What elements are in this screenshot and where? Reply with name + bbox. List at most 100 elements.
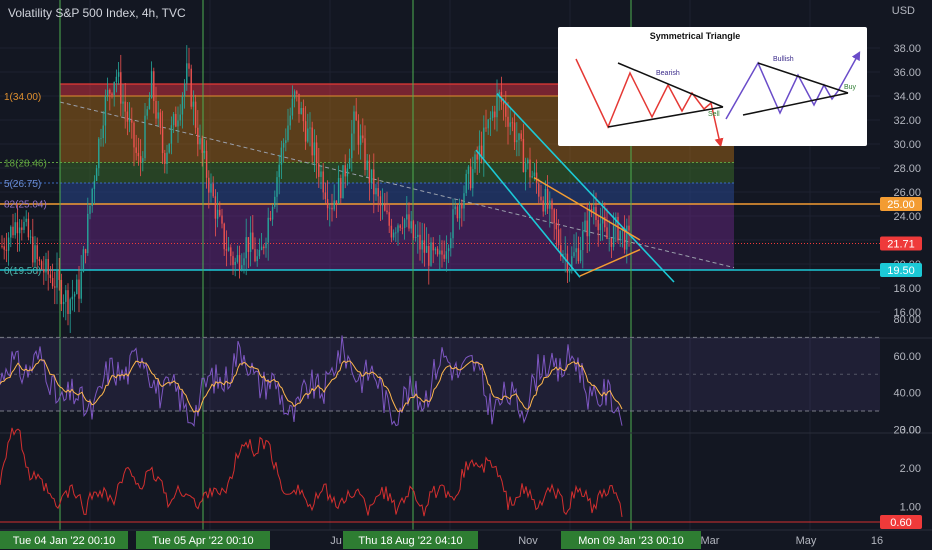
candle-body [538, 183, 540, 197]
candle-body [225, 249, 228, 251]
candle-body [498, 92, 500, 95]
candle-body [166, 152, 168, 164]
candle-body [49, 274, 52, 278]
candle-body [296, 91, 298, 94]
candle-body [626, 225, 628, 250]
candle-body [300, 107, 302, 115]
candle-body [285, 140, 287, 144]
candle-body [377, 188, 379, 197]
candle-body [12, 226, 14, 236]
candle-body [69, 299, 71, 314]
rsi-band [0, 337, 880, 411]
candle-body [390, 225, 393, 238]
candle-body [575, 248, 577, 253]
candle-body [161, 127, 164, 154]
chart-window: 1(34.00) 18(28.46) 5(26.75) 82(25.04) 0(19.5… [0, 0, 932, 550]
candle-body [243, 258, 245, 266]
candle-body [355, 111, 357, 121]
price-badge-label: 19.50 [887, 265, 915, 277]
fib-label: 5(26.75) [4, 179, 41, 190]
bullish-zigzag [725, 51, 861, 120]
candle-body [247, 237, 250, 252]
candle-body [113, 81, 115, 95]
candle-body [192, 101, 195, 107]
candle-body [219, 209, 221, 216]
candle-body [392, 232, 395, 238]
candle-body [564, 253, 566, 255]
candle-body [544, 188, 547, 212]
candle-body [87, 213, 89, 254]
candle-body [335, 200, 338, 204]
candle-body [131, 119, 133, 123]
candle-body [254, 249, 256, 262]
candle-body [221, 215, 223, 224]
candle-body [168, 143, 170, 153]
time-highlight-label: Thu 18 Aug '22 04:10 [358, 535, 462, 547]
candle-body [263, 246, 265, 249]
candle-body [245, 237, 247, 259]
candle-body [175, 114, 177, 127]
candle-body [25, 218, 27, 222]
candle-body [155, 100, 157, 119]
candle-body [454, 206, 456, 210]
candle-body [375, 188, 377, 195]
candle-body [357, 120, 360, 145]
candle-body [150, 71, 153, 99]
candle-body [172, 114, 175, 126]
candle-body [353, 111, 355, 134]
candle-body [384, 204, 386, 211]
candle-body [412, 221, 415, 238]
candle-body [370, 169, 373, 183]
candle-body [148, 98, 151, 110]
candle-body [100, 138, 102, 139]
candle-body [21, 227, 23, 230]
candle-body [579, 250, 582, 262]
candle-body [298, 93, 300, 115]
candle-body [513, 122, 516, 143]
candle-body [58, 270, 60, 280]
candle-body [34, 245, 36, 263]
candle-body [456, 206, 459, 219]
candle-body [443, 254, 445, 259]
candle-body [496, 94, 498, 118]
price-tick: 36.00 [893, 67, 921, 79]
candle-body [414, 236, 417, 238]
candle-body [487, 119, 489, 129]
candle-body [549, 200, 551, 209]
candle-body [379, 196, 382, 206]
sell-label: Sell [708, 111, 720, 118]
candle-body [214, 196, 217, 219]
candle-body [430, 242, 432, 266]
candle-body [62, 301, 65, 305]
candle-body [256, 256, 258, 262]
candle-body [29, 236, 32, 238]
candle-body [313, 142, 316, 156]
currency-label: USD [892, 5, 915, 17]
candle-body [348, 158, 351, 169]
candle-body [208, 177, 210, 193]
candle-body [597, 220, 599, 231]
candle-body [122, 101, 124, 104]
candle-body [133, 122, 135, 148]
candle-body [439, 250, 441, 255]
candle-body [399, 225, 401, 228]
candle-body [47, 259, 49, 275]
candle-body [135, 147, 137, 153]
candle-body [467, 166, 470, 174]
candle-body [403, 219, 406, 228]
candle-body [7, 237, 10, 251]
candle-body [227, 247, 230, 251]
price-badge-label: 25.00 [887, 199, 915, 211]
candle-body [520, 133, 522, 139]
candle-body [320, 171, 322, 177]
candle-body [177, 120, 179, 127]
candle-body [60, 279, 63, 305]
candle-body [199, 138, 201, 145]
candle-body [309, 127, 311, 129]
candle-body [280, 147, 283, 165]
candle-body [540, 196, 542, 201]
candle-body [505, 104, 507, 117]
rsi-tick: 60.00 [893, 351, 921, 363]
candle-body [144, 115, 146, 159]
price-tick: 30.00 [893, 139, 921, 151]
